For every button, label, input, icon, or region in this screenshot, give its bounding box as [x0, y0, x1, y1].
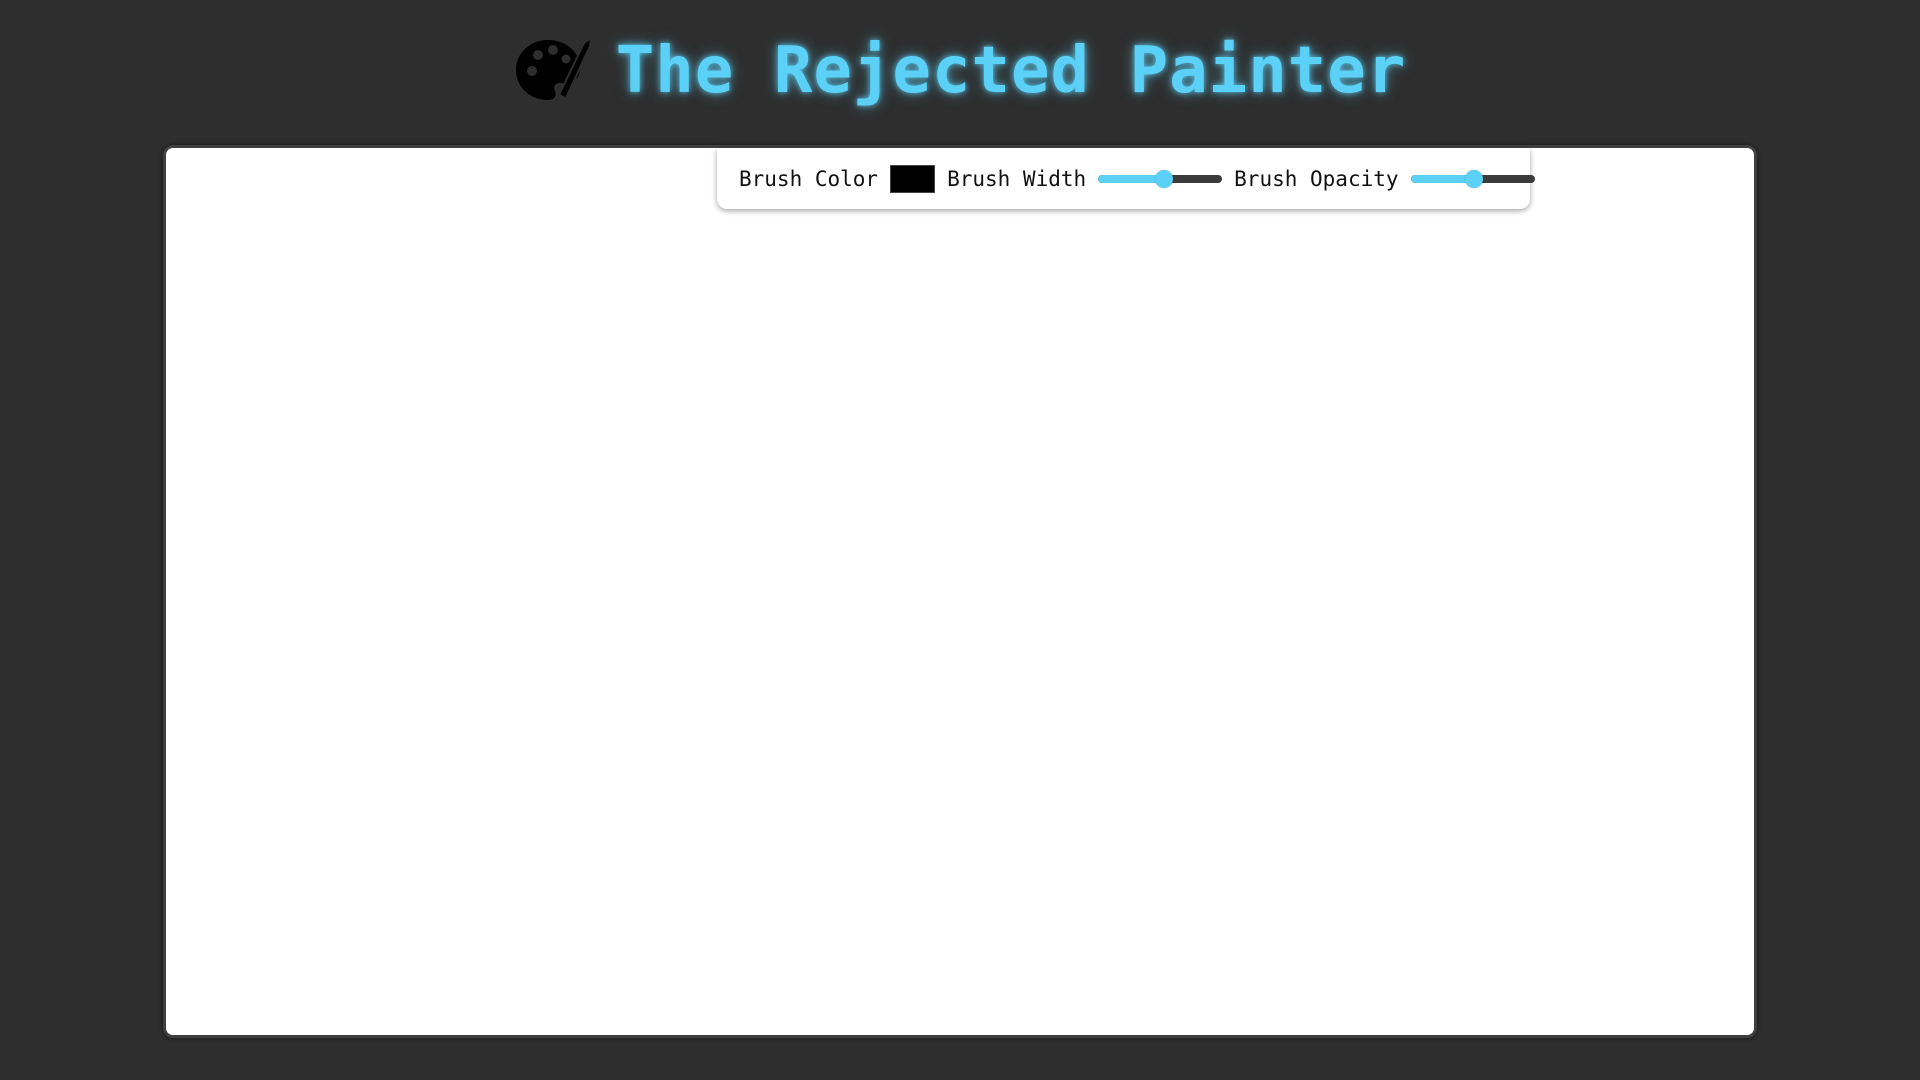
palette-icon: [515, 35, 592, 100]
drawing-canvas[interactable]: [166, 148, 1754, 1035]
brush-width-label: Brush Width: [947, 166, 1087, 191]
brush-width-slider-thumb[interactable]: [1154, 169, 1173, 188]
brush-color-label: Brush Color: [739, 166, 879, 191]
brush-width-slider[interactable]: [1098, 169, 1223, 189]
brush-toolbar: Brush Color Brush Width Brush Opacity: [717, 148, 1535, 209]
brush-opacity-slider[interactable]: [1410, 169, 1535, 189]
brush-opacity-label: Brush Opacity: [1234, 166, 1399, 191]
app-title: The Rejected Painter: [615, 34, 1407, 108]
brush-opacity-slider-thumb[interactable]: [1464, 169, 1483, 188]
app-header: The Rejected Painter: [0, 0, 1920, 140]
brush-color-picker[interactable]: [890, 164, 936, 193]
painting-canvas-frame: Brush Color Brush Width Brush Opacity: [163, 145, 1757, 1038]
